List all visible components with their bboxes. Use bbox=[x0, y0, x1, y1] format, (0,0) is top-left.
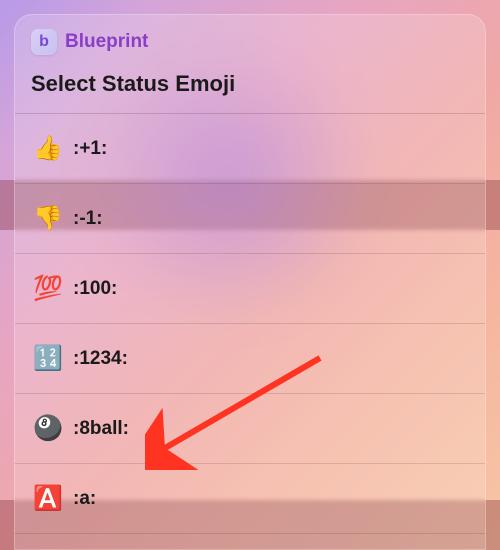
emoji-row-8ball[interactable]: 🎱 :8ball: bbox=[15, 394, 485, 464]
app-icon: b bbox=[31, 29, 57, 55]
emoji-row-1234[interactable]: 🔢 :1234: bbox=[15, 324, 485, 394]
emoji-code: :100: bbox=[73, 278, 117, 300]
emoji-row-a[interactable]: 🅰️ :a: bbox=[15, 464, 485, 534]
thumbs-up-icon: 👍 bbox=[33, 134, 63, 163]
emoji-code: :a: bbox=[73, 488, 96, 510]
emoji-picker-panel: b Blueprint Select Status Emoji 👍 :+1: 👎… bbox=[14, 14, 486, 550]
emoji-code: :-1: bbox=[73, 208, 103, 230]
emoji-code: :1234: bbox=[73, 348, 128, 370]
app-name: Blueprint bbox=[65, 31, 148, 53]
hundred-icon: 💯 bbox=[33, 274, 63, 303]
emoji-row-100[interactable]: 💯 :100: bbox=[15, 254, 485, 324]
letter-a-icon: 🅰️ bbox=[33, 484, 63, 513]
page-title: Select Status Emoji bbox=[15, 65, 485, 113]
numbers-icon: 🔢 bbox=[33, 344, 63, 373]
thumbs-down-icon: 👎 bbox=[33, 204, 63, 233]
emoji-row-minus1[interactable]: 👎 :-1: bbox=[15, 184, 485, 254]
emoji-list: 👍 :+1: 👎 :-1: 💯 :100: 🔢 :1234: 🎱 :8ball:… bbox=[15, 114, 485, 534]
emoji-code: :8ball: bbox=[73, 418, 129, 440]
panel-header: b Blueprint bbox=[15, 15, 485, 65]
emoji-code: :+1: bbox=[73, 138, 107, 160]
eight-ball-icon: 🎱 bbox=[33, 414, 63, 443]
emoji-row-plus1[interactable]: 👍 :+1: bbox=[15, 114, 485, 184]
